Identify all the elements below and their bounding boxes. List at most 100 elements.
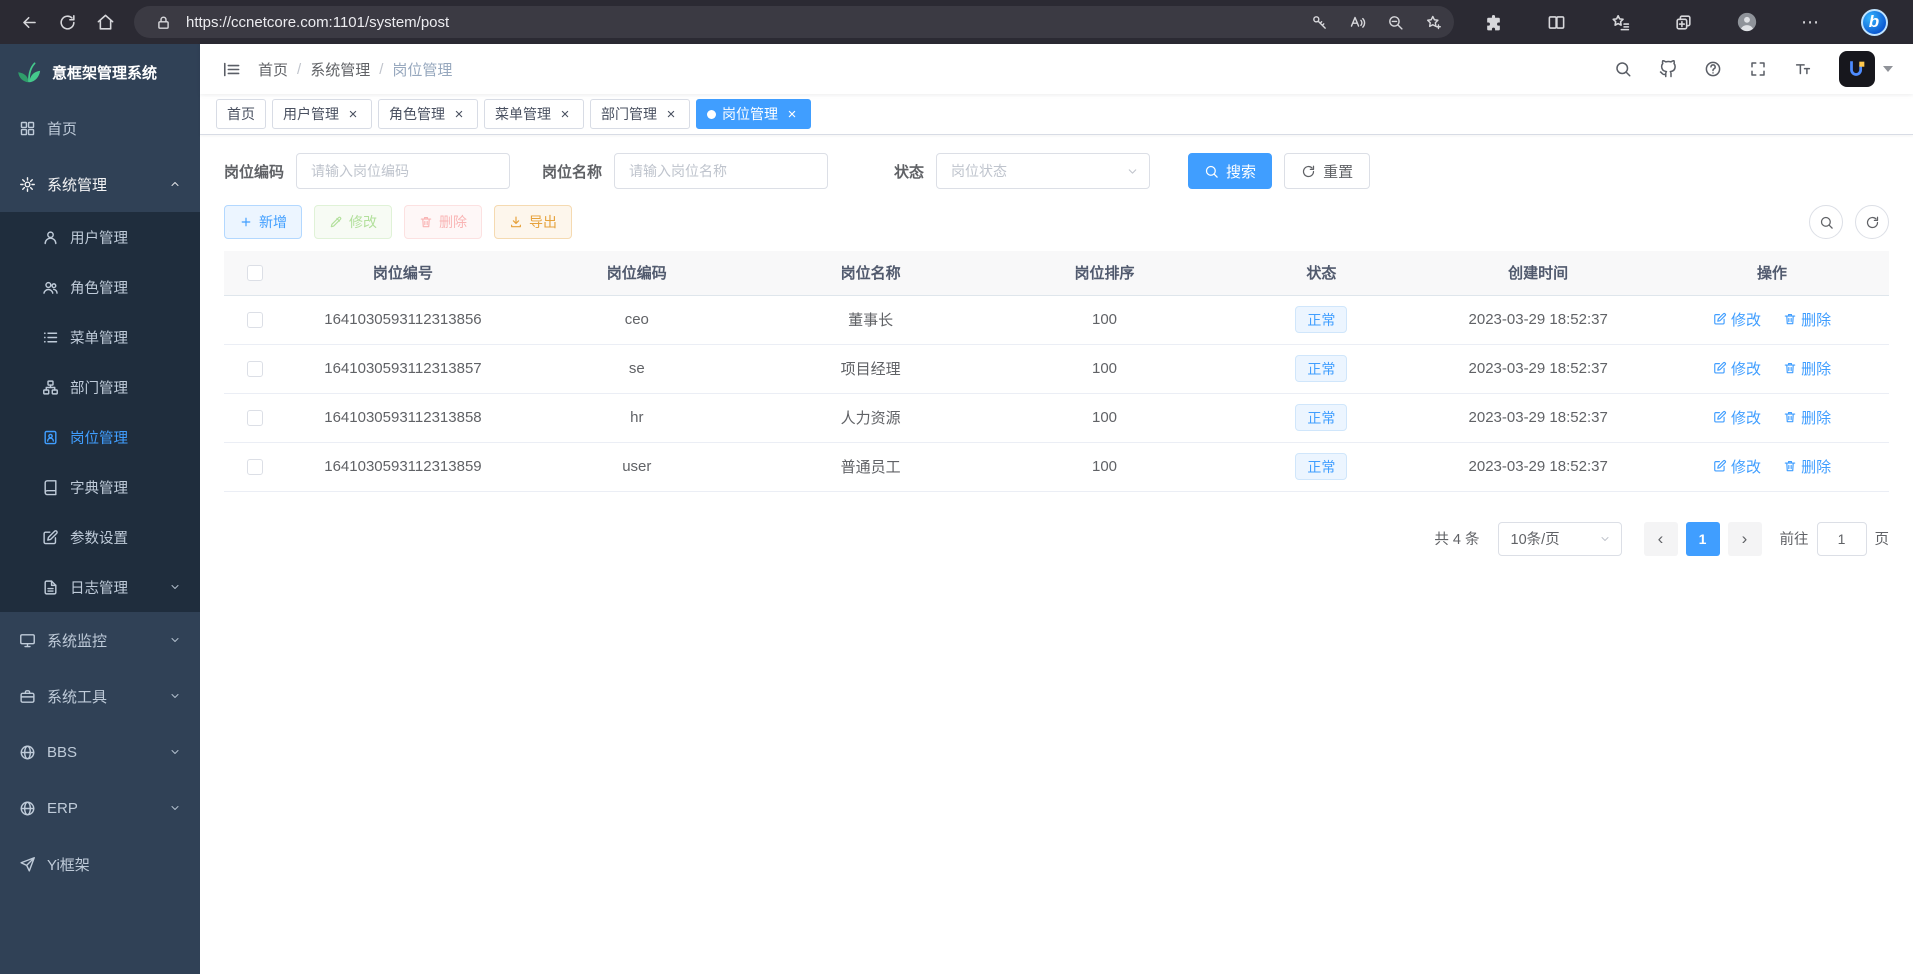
url-text[interactable]: https://ccnetcore.com:1101/system/post bbox=[186, 14, 1296, 31]
export-button[interactable]: 导出 bbox=[494, 205, 572, 239]
close-icon[interactable]: × bbox=[784, 106, 800, 122]
sidebar-item-yi-framework[interactable]: Yi框架 bbox=[0, 836, 200, 892]
search-form: 岗位编码 岗位名称 状态 岗位状态 搜索 bbox=[224, 153, 1889, 189]
cell-post-name: 人力资源 bbox=[754, 393, 988, 442]
refresh-table-icon[interactable] bbox=[1855, 205, 1889, 239]
system-submenu: 用户管理 角色管理 菜单管理 部门管理 岗位管理 bbox=[0, 212, 200, 612]
table-row[interactable]: 1641030593112313858 hr 人力资源 100 正常 2023-… bbox=[224, 393, 1889, 442]
row-checkbox[interactable] bbox=[247, 459, 263, 475]
status-select[interactable]: 岗位状态 bbox=[936, 153, 1150, 189]
close-icon[interactable]: × bbox=[345, 106, 361, 122]
row-checkbox[interactable] bbox=[247, 312, 263, 328]
help-icon[interactable] bbox=[1698, 48, 1728, 90]
zoom-out-icon[interactable] bbox=[1380, 8, 1410, 36]
bing-icon[interactable]: b bbox=[1855, 5, 1893, 39]
page-number-button[interactable]: 1 bbox=[1686, 522, 1720, 556]
address-bar[interactable]: https://ccnetcore.com:1101/system/post bbox=[134, 6, 1454, 38]
fullscreen-icon[interactable] bbox=[1743, 48, 1773, 90]
row-delete-button[interactable]: 删除 bbox=[1783, 407, 1831, 428]
col-header-post-code: 岗位编码 bbox=[520, 251, 754, 295]
extensions-icon[interactable] bbox=[1474, 5, 1512, 39]
toggle-search-icon[interactable] bbox=[1809, 205, 1843, 239]
sidebar-toggle-icon[interactable] bbox=[212, 50, 250, 88]
edit-button[interactable]: 修改 bbox=[314, 205, 392, 239]
chevron-down-icon bbox=[169, 802, 181, 814]
add-button[interactable]: 新增 bbox=[224, 205, 302, 239]
tab-dept-mgmt[interactable]: 部门管理 × bbox=[590, 99, 690, 129]
cell-created: 2023-03-29 18:52:37 bbox=[1421, 344, 1655, 393]
post-code-input[interactable] bbox=[296, 153, 510, 189]
browser-profile-avatar[interactable] bbox=[1728, 5, 1766, 39]
favorites-icon[interactable] bbox=[1601, 5, 1639, 39]
post-name-input[interactable] bbox=[614, 153, 828, 189]
row-delete-button[interactable]: 删除 bbox=[1783, 358, 1831, 379]
app-logo[interactable]: 意框架管理系统 bbox=[0, 44, 200, 100]
sidebar-item-erp[interactable]: ERP bbox=[0, 780, 200, 836]
close-icon[interactable]: × bbox=[451, 106, 467, 122]
select-all-checkbox[interactable] bbox=[247, 265, 263, 281]
browser-refresh-icon[interactable] bbox=[48, 5, 86, 39]
tab-user-mgmt[interactable]: 用户管理 × bbox=[272, 99, 372, 129]
browser-back-icon[interactable] bbox=[10, 5, 48, 39]
status-badge: 正常 bbox=[1295, 355, 1347, 382]
tab-menu-mgmt[interactable]: 菜单管理 × bbox=[484, 99, 584, 129]
sidebar-item-dict-mgmt[interactable]: 字典管理 bbox=[0, 462, 200, 512]
github-icon[interactable] bbox=[1653, 48, 1683, 90]
cell-created: 2023-03-29 18:52:37 bbox=[1421, 295, 1655, 344]
split-screen-icon[interactable] bbox=[1538, 5, 1576, 39]
close-icon[interactable]: × bbox=[663, 106, 679, 122]
row-delete-button[interactable]: 删除 bbox=[1783, 456, 1831, 477]
row-edit-button[interactable]: 修改 bbox=[1713, 309, 1761, 330]
font-size-icon[interactable] bbox=[1788, 48, 1818, 90]
sidebar-item-log-mgmt[interactable]: 日志管理 bbox=[0, 562, 200, 612]
table-row[interactable]: 1641030593112313856 ceo 董事长 100 正常 2023-… bbox=[224, 295, 1889, 344]
breadcrumb-item-home[interactable]: 首页 bbox=[258, 59, 288, 80]
sidebar-item-post-mgmt[interactable]: 岗位管理 bbox=[0, 412, 200, 462]
sidebar-item-home[interactable]: 首页 bbox=[0, 100, 200, 156]
row-edit-button[interactable]: 修改 bbox=[1713, 358, 1761, 379]
tab-home[interactable]: 首页 bbox=[216, 99, 266, 129]
table-row[interactable]: 1641030593112313859 user 普通员工 100 正常 202… bbox=[224, 442, 1889, 491]
browser-home-icon[interactable] bbox=[86, 5, 124, 39]
site-info-lock-icon[interactable] bbox=[148, 8, 178, 36]
next-page-button[interactable]: › bbox=[1728, 522, 1762, 556]
page-size-select[interactable]: 10条/页 bbox=[1498, 522, 1622, 556]
row-edit-button[interactable]: 修改 bbox=[1713, 407, 1761, 428]
sidebar-item-system-tools[interactable]: 系统工具 bbox=[0, 668, 200, 724]
sidebar-item-system-mgmt[interactable]: 系统管理 bbox=[0, 156, 200, 212]
app-title: 意框架管理系统 bbox=[52, 62, 157, 83]
reset-button[interactable]: 重置 bbox=[1284, 153, 1370, 189]
toolbar-right bbox=[1809, 205, 1889, 239]
sidebar-item-menu-mgmt[interactable]: 菜单管理 bbox=[0, 312, 200, 362]
sidebar-item-user-mgmt[interactable]: 用户管理 bbox=[0, 212, 200, 262]
tab-role-mgmt[interactable]: 角色管理 × bbox=[378, 99, 478, 129]
collections-icon[interactable] bbox=[1665, 5, 1703, 39]
user-menu[interactable] bbox=[1839, 51, 1893, 87]
goto-page-input[interactable] bbox=[1817, 522, 1867, 556]
sidebar: 意框架管理系统 首页 系统管理 用户管理 角色管理 bbox=[0, 44, 200, 974]
sidebar-item-dept-mgmt[interactable]: 部门管理 bbox=[0, 362, 200, 412]
row-checkbox[interactable] bbox=[247, 410, 263, 426]
breadcrumb-item-system[interactable]: 系统管理 bbox=[310, 59, 370, 80]
sidebar-item-param-settings[interactable]: 参数设置 bbox=[0, 512, 200, 562]
close-icon[interactable]: × bbox=[557, 106, 573, 122]
read-aloud-icon[interactable] bbox=[1342, 8, 1372, 36]
row-edit-button[interactable]: 修改 bbox=[1713, 456, 1761, 477]
active-tab-dot bbox=[707, 110, 716, 119]
sidebar-item-system-monitor[interactable]: 系统监控 bbox=[0, 612, 200, 668]
password-key-icon[interactable] bbox=[1304, 8, 1334, 36]
sidebar-item-role-mgmt[interactable]: 角色管理 bbox=[0, 262, 200, 312]
sidebar-item-label: 首页 bbox=[47, 118, 77, 139]
header-search-icon[interactable] bbox=[1608, 48, 1638, 90]
search-button[interactable]: 搜索 bbox=[1188, 153, 1272, 189]
sidebar-item-bbs[interactable]: BBS bbox=[0, 724, 200, 780]
table-row[interactable]: 1641030593112313857 se 项目经理 100 正常 2023-… bbox=[224, 344, 1889, 393]
browser-menu-icon[interactable]: ⋯ bbox=[1792, 5, 1830, 39]
delete-button[interactable]: 删除 bbox=[404, 205, 482, 239]
row-checkbox[interactable] bbox=[247, 361, 263, 377]
user-avatar[interactable] bbox=[1839, 51, 1875, 87]
row-delete-button[interactable]: 删除 bbox=[1783, 309, 1831, 330]
tab-post-mgmt[interactable]: 岗位管理 × bbox=[696, 99, 811, 129]
favorite-add-icon[interactable] bbox=[1418, 8, 1448, 36]
prev-page-button[interactable]: ‹ bbox=[1644, 522, 1678, 556]
